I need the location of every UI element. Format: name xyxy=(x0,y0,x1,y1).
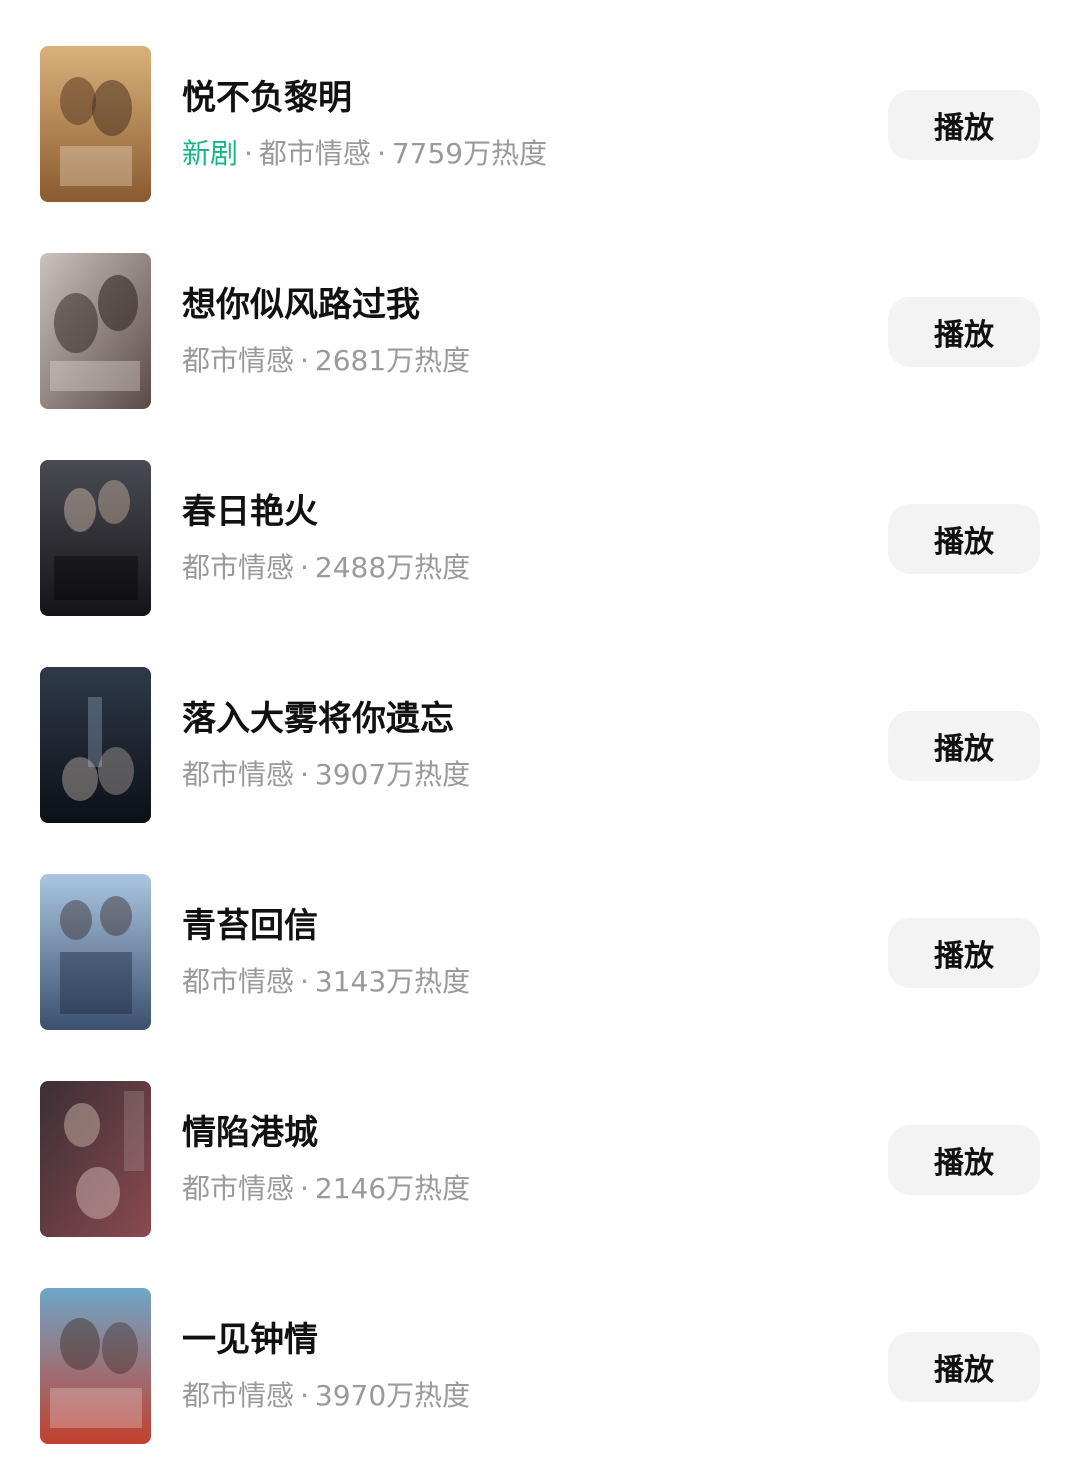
poster-image xyxy=(40,460,151,616)
poster-image xyxy=(40,1081,151,1237)
drama-row[interactable]: 青苔回信 都市情感 · 3143万热度 播放 xyxy=(0,874,1080,1032)
drama-genre: 都市情感 xyxy=(182,344,295,377)
drama-row[interactable]: 悦不负黎明 新剧 · 都市情感 · 7759万热度 播放 xyxy=(0,46,1080,204)
drama-heat: 2146万热度 xyxy=(314,1172,471,1205)
drama-genre: 都市情感 xyxy=(258,137,371,170)
drama-meta: 都市情感 · 3143万热度 xyxy=(182,962,470,1002)
drama-genre: 都市情感 xyxy=(182,965,295,998)
drama-poster[interactable] xyxy=(40,667,151,823)
drama-list: 悦不负黎明 新剧 · 都市情感 · 7759万热度 播放 想你似风路过我 都市情感 · 26… xyxy=(0,0,1080,1466)
drama-heat: 2681万热度 xyxy=(314,344,471,377)
drama-genre: 都市情感 xyxy=(182,1172,295,1205)
meta-separator: · xyxy=(300,965,309,998)
drama-poster[interactable] xyxy=(40,1081,151,1237)
drama-row[interactable]: 春日艳火 都市情感 · 2488万热度 播放 xyxy=(0,460,1080,618)
play-button[interactable]: 播放 xyxy=(888,1125,1040,1195)
drama-poster[interactable] xyxy=(40,874,151,1030)
meta-separator: · xyxy=(300,551,309,584)
drama-title[interactable]: 一见钟情 xyxy=(182,1318,318,1362)
drama-genre: 都市情感 xyxy=(182,758,295,791)
poster-image xyxy=(40,253,151,409)
drama-row[interactable]: 想你似风路过我 都市情感 · 2681万热度 播放 xyxy=(0,253,1080,411)
drama-heat: 3907万热度 xyxy=(314,758,471,791)
drama-title[interactable]: 情陷港城 xyxy=(182,1111,318,1155)
drama-meta: 新剧 · 都市情感 · 7759万热度 xyxy=(182,134,547,174)
play-button[interactable]: 播放 xyxy=(888,918,1040,988)
drama-meta: 都市情感 · 2488万热度 xyxy=(182,548,470,588)
play-button[interactable]: 播放 xyxy=(888,1332,1040,1402)
drama-row[interactable]: 情陷港城 都市情感 · 2146万热度 播放 xyxy=(0,1081,1080,1239)
drama-heat: 2488万热度 xyxy=(314,551,471,584)
drama-poster[interactable] xyxy=(40,460,151,616)
play-button[interactable]: 播放 xyxy=(888,711,1040,781)
drama-genre: 都市情感 xyxy=(182,551,295,584)
meta-separator: · xyxy=(244,137,253,170)
meta-separator: · xyxy=(300,1172,309,1205)
drama-heat: 3970万热度 xyxy=(314,1379,471,1412)
meta-separator: · xyxy=(300,758,309,791)
play-button[interactable]: 播放 xyxy=(888,297,1040,367)
drama-title[interactable]: 落入大雾将你遗忘 xyxy=(182,697,454,741)
drama-poster[interactable] xyxy=(40,1288,151,1444)
new-badge: 新剧 xyxy=(182,137,239,170)
drama-meta: 都市情感 · 3970万热度 xyxy=(182,1376,470,1416)
meta-separator: · xyxy=(376,137,386,170)
drama-row[interactable]: 落入大雾将你遗忘 都市情感 · 3907万热度 播放 xyxy=(0,667,1080,825)
drama-title[interactable]: 青苔回信 xyxy=(182,904,318,948)
poster-image xyxy=(40,46,151,202)
poster-image xyxy=(40,874,151,1030)
drama-meta: 都市情感 · 2146万热度 xyxy=(182,1169,470,1209)
poster-image xyxy=(40,1288,151,1444)
drama-meta: 都市情感 · 3907万热度 xyxy=(182,755,470,795)
drama-meta: 都市情感 · 2681万热度 xyxy=(182,341,470,381)
drama-poster[interactable] xyxy=(40,46,151,202)
drama-poster[interactable] xyxy=(40,253,151,409)
drama-title[interactable]: 悦不负黎明 xyxy=(182,76,352,120)
drama-heat: 3143万热度 xyxy=(314,965,471,998)
poster-image xyxy=(40,667,151,823)
drama-heat: 7759万热度 xyxy=(391,137,548,170)
drama-title[interactable]: 想你似风路过我 xyxy=(182,283,420,327)
meta-separator: · xyxy=(300,1379,309,1412)
drama-genre: 都市情感 xyxy=(182,1379,295,1412)
play-button[interactable]: 播放 xyxy=(888,90,1040,160)
drama-title[interactable]: 春日艳火 xyxy=(182,490,318,534)
play-button[interactable]: 播放 xyxy=(888,504,1040,574)
drama-row[interactable]: 一见钟情 都市情感 · 3970万热度 播放 xyxy=(0,1288,1080,1446)
meta-separator: · xyxy=(300,344,309,377)
